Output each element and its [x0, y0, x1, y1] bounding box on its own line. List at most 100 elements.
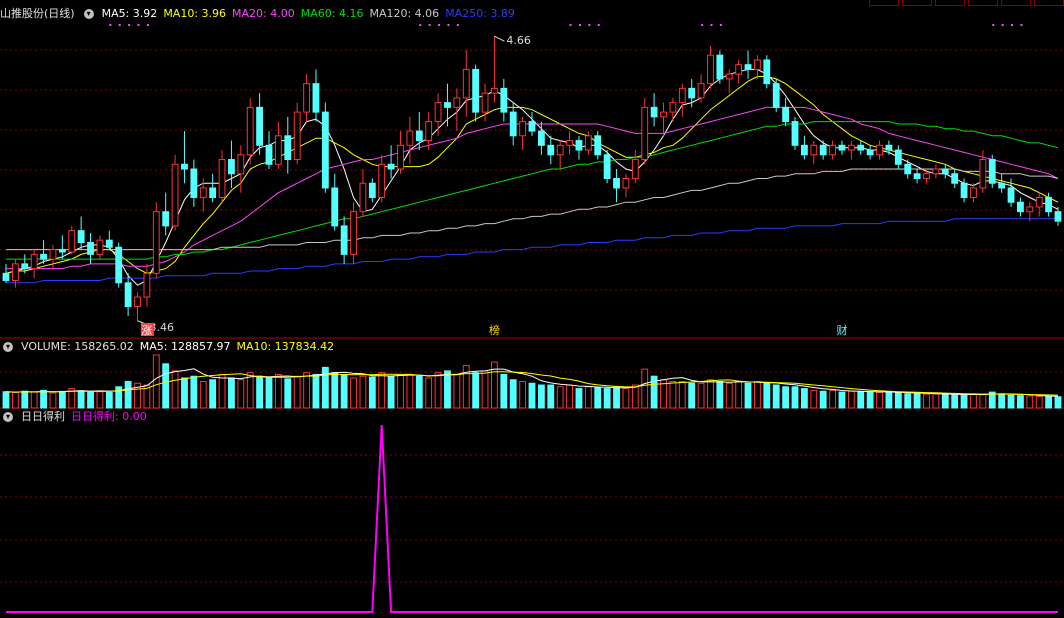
- signal-dot: [456, 24, 459, 26]
- candle-body: [1007, 187, 1015, 203]
- chevron-down-icon[interactable]: ▾: [3, 342, 13, 352]
- volume-bar: [847, 390, 855, 409]
- chevron-down-icon[interactable]: ▾: [3, 412, 13, 422]
- signal-dot: [109, 24, 112, 26]
- volume-bar: [1035, 396, 1043, 409]
- candle-body: [500, 87, 508, 113]
- volume-legend: ▾ VOLUME: 158265.02 MA5: 128857.97 MA10:…: [0, 339, 334, 355]
- candle-body: [509, 111, 517, 137]
- candle-body: [932, 168, 940, 175]
- signal-dot: [419, 24, 422, 26]
- volume-bar: [340, 373, 348, 409]
- candle-body: [2, 272, 10, 281]
- volume-bar: [810, 389, 818, 409]
- volume-bar: [744, 382, 752, 409]
- candle-body: [641, 106, 649, 161]
- candle-body: [87, 242, 94, 255]
- marker-cai: 财: [836, 323, 847, 337]
- candle-body: [152, 211, 160, 274]
- candle-body: [1035, 196, 1043, 208]
- volume-bar: [754, 381, 761, 409]
- candle-body: [331, 187, 339, 227]
- candle-body: [237, 154, 245, 175]
- kline-chart[interactable]: 4.663.46涨榜财: [0, 0, 1064, 618]
- volume-bar: [735, 381, 743, 409]
- candle-body: [866, 149, 874, 156]
- volume-bar: [819, 390, 827, 409]
- signal-dot: [118, 24, 121, 26]
- volume-bar: [894, 392, 902, 409]
- volume-bar: [378, 372, 386, 409]
- volume-bar: [228, 377, 235, 409]
- candle-body: [697, 83, 705, 99]
- candle-body: [594, 135, 602, 156]
- candle-body: [368, 182, 376, 198]
- volume-bar: [932, 393, 940, 409]
- volume-bar: [359, 375, 367, 409]
- candle-body: [970, 187, 977, 198]
- volume-bar: [87, 391, 94, 409]
- candle-body: [725, 73, 733, 80]
- candle-body: [613, 178, 620, 189]
- signal-dot: [588, 24, 591, 26]
- candle-body: [829, 144, 836, 156]
- candle-body: [988, 159, 996, 184]
- candle-body: [124, 282, 132, 308]
- candle-body: [171, 163, 179, 227]
- signal-dot: [578, 24, 581, 26]
- candle-body: [754, 59, 761, 70]
- candle-body: [190, 168, 198, 198]
- candle-body: [246, 106, 254, 156]
- signal-dot: [137, 24, 140, 26]
- signal-dot: [701, 24, 704, 26]
- volume-bar: [1054, 396, 1062, 409]
- candle-body: [96, 239, 104, 255]
- volume-bar: [77, 390, 85, 409]
- volume-bar: [387, 375, 395, 409]
- candle-body: [660, 111, 667, 118]
- candle-body: [415, 130, 423, 142]
- candle-body: [819, 144, 827, 156]
- volume-bar: [613, 386, 620, 409]
- candle-body: [904, 163, 912, 175]
- volume-bar: [397, 374, 404, 409]
- chevron-down-icon[interactable]: ▾: [83, 9, 94, 19]
- ma60-label: MA60: 4.16: [300, 7, 364, 20]
- signal-dot: [1001, 24, 1004, 26]
- volume-bar: [866, 391, 874, 409]
- indicator-value: 日日得利: 0.00: [71, 410, 147, 423]
- ma10-label: MA10: 3.96: [163, 7, 227, 20]
- volume-bar: [547, 384, 555, 409]
- ma-line-ma60: [6, 121, 1059, 260]
- volume-bar: [171, 370, 179, 409]
- volume-bar: [1026, 395, 1034, 409]
- candle-body: [763, 59, 771, 85]
- volume-bar: [941, 394, 949, 409]
- candle-body: [228, 159, 235, 175]
- volume-bar: [293, 375, 301, 409]
- volume-bar: [190, 375, 198, 409]
- signal-dot: [719, 24, 722, 26]
- volume-bar: [923, 393, 930, 409]
- volume-bar: [829, 389, 836, 409]
- candle-body: [650, 106, 658, 118]
- volume-bar: [58, 390, 66, 409]
- ma-line-ma5: [5, 68, 1059, 286]
- volume-bar: [838, 391, 846, 409]
- candle-body: [40, 253, 47, 260]
- signal-dot: [128, 24, 131, 26]
- candle-body: [293, 111, 301, 161]
- volume-bar: [998, 393, 1006, 409]
- signal-dot: [1020, 24, 1023, 26]
- candle-body: [847, 144, 855, 151]
- signal-dot: [447, 24, 450, 26]
- candle-body: [387, 163, 395, 170]
- candle-body: [491, 87, 498, 94]
- candle-body: [744, 64, 752, 70]
- signal-dot: [992, 24, 995, 26]
- volume-bar: [162, 363, 170, 409]
- candle-body: [312, 83, 320, 113]
- volume-bar: [913, 393, 921, 409]
- volume-bar: [800, 388, 808, 409]
- candle-body: [669, 102, 677, 113]
